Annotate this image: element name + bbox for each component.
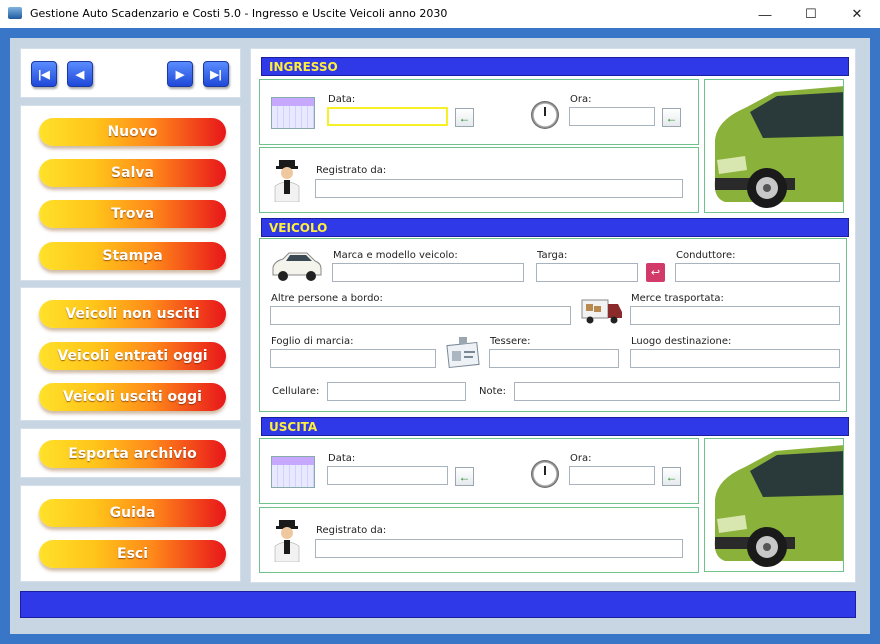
truck-icon	[581, 299, 622, 324]
esporta-archivio-button[interactable]: Esporta archivio	[39, 440, 226, 468]
nuovo-button[interactable]: Nuovo	[39, 118, 226, 146]
marca-label: Marca e modello veicolo:	[333, 250, 458, 261]
ingresso-header: INGRESSO	[261, 57, 849, 76]
cellulare-input[interactable]	[327, 382, 466, 401]
stampa-button[interactable]: Stampa	[39, 242, 226, 270]
foglio-input[interactable]	[270, 349, 436, 368]
title-bar: Gestione Auto Scadenzario e Costi 5.0 - …	[0, 0, 880, 28]
uscita-ora-label: Ora:	[570, 453, 592, 464]
ingresso-ora-input[interactable]	[569, 107, 655, 126]
merce-input[interactable]	[630, 306, 840, 325]
note-input[interactable]	[514, 382, 840, 401]
main-area: |◀ ◀ ▶ ▶| Nuovo Salva Trova Stampa Veico…	[10, 38, 870, 634]
note-label: Note:	[479, 386, 507, 397]
prev-record-button[interactable]: ◀	[67, 61, 93, 87]
veicoli-entrati-oggi-button[interactable]: Veicoli entrati oggi	[39, 342, 226, 370]
uscita-registrato-box: Registrato da:	[259, 507, 699, 573]
guard-icon	[274, 160, 300, 202]
app-icon	[8, 7, 22, 19]
calendar-icon	[271, 456, 315, 488]
close-button[interactable]: ✕	[834, 0, 880, 28]
ingresso-data-input[interactable]	[327, 107, 448, 126]
uscita-registrato-label: Registrato da:	[316, 525, 387, 536]
altre-persone-input[interactable]	[270, 306, 571, 325]
targa-lookup-button[interactable]: ↩	[646, 263, 665, 282]
marca-input[interactable]	[332, 263, 524, 282]
cellulare-label: Cellulare:	[272, 386, 320, 397]
van-image	[704, 438, 844, 572]
uscita-data-label: Data:	[328, 453, 356, 464]
tessere-input[interactable]	[489, 349, 619, 368]
record-actions-panel: Nuovo Salva Trova Stampa	[20, 105, 241, 281]
altre-persone-label: Altre persone a bordo:	[271, 293, 383, 304]
merce-label: Merce trasportata:	[631, 293, 724, 304]
veicolo-box: Marca e modello veicolo: Targa: ↩ Condut…	[259, 238, 847, 412]
help-exit-panel: Guida Esci	[20, 485, 241, 582]
uscita-ora-fill-button[interactable]: ←	[662, 467, 681, 486]
ingresso-data-fill-button[interactable]: ←	[455, 108, 474, 127]
last-record-button[interactable]: ▶|	[203, 61, 229, 87]
uscita-data-fill-button[interactable]: ←	[455, 467, 474, 486]
tessere-label: Tessere:	[490, 336, 531, 347]
minimize-button[interactable]: —	[742, 0, 788, 28]
uscita-header: USCITA	[261, 417, 849, 436]
ingresso-ora-fill-button[interactable]: ←	[662, 108, 681, 127]
foglio-label: Foglio di marcia:	[271, 336, 354, 347]
next-record-button[interactable]: ▶	[167, 61, 193, 87]
maximize-button[interactable]: ☐	[788, 0, 834, 28]
window-frame: |◀ ◀ ▶ ▶| Nuovo Salva Trova Stampa Veico…	[0, 28, 880, 644]
badge-icon	[446, 337, 480, 369]
green-van-illustration	[714, 86, 843, 208]
uscita-registrato-input[interactable]	[315, 539, 683, 558]
car-icon	[272, 252, 322, 281]
ingresso-registrato-box: Registrato da:	[259, 147, 699, 213]
veicoli-non-usciti-button[interactable]: Veicoli non usciti	[39, 300, 226, 328]
ingresso-registrato-input[interactable]	[315, 179, 683, 198]
nav-panel: |◀ ◀ ▶ ▶|	[20, 48, 241, 98]
clock-icon	[531, 460, 559, 488]
luogo-input[interactable]	[630, 349, 840, 368]
conduttore-label: Conduttore:	[676, 250, 736, 261]
form-area: INGRESSO Data: ← Ora: ← Registrato da: V…	[250, 48, 856, 583]
van-image	[704, 79, 844, 213]
clock-icon	[531, 101, 559, 129]
ingresso-datetime-box: Data: ← Ora: ←	[259, 79, 699, 145]
trova-button[interactable]: Trova	[39, 200, 226, 228]
ingresso-registrato-label: Registrato da:	[316, 165, 387, 176]
guard-icon	[274, 520, 300, 562]
uscita-datetime-box: Data: ← Ora: ←	[259, 438, 699, 504]
uscita-ora-input[interactable]	[569, 466, 655, 485]
uscita-data-input[interactable]	[327, 466, 448, 485]
guida-button[interactable]: Guida	[39, 499, 226, 527]
window-title: Gestione Auto Scadenzario e Costi 5.0 - …	[30, 7, 448, 20]
conduttore-input[interactable]	[675, 263, 840, 282]
calendar-icon	[271, 97, 315, 129]
ingresso-data-label: Data:	[328, 94, 356, 105]
targa-label: Targa:	[537, 250, 568, 261]
green-van-illustration	[714, 445, 843, 567]
ingresso-ora-label: Ora:	[570, 94, 592, 105]
veicoli-usciti-oggi-button[interactable]: Veicoli usciti oggi	[39, 383, 226, 411]
luogo-label: Luogo destinazione:	[631, 336, 732, 347]
reports-panel: Veicoli non usciti Veicoli entrati oggi …	[20, 287, 241, 421]
first-record-button[interactable]: |◀	[31, 61, 57, 87]
esci-button[interactable]: Esci	[39, 540, 226, 568]
veicolo-header: VEICOLO	[261, 218, 849, 237]
status-bar	[20, 591, 856, 618]
salva-button[interactable]: Salva	[39, 159, 226, 187]
targa-input[interactable]	[536, 263, 638, 282]
export-panel: Esporta archivio	[20, 428, 241, 478]
left-column: |◀ ◀ ▶ ▶| Nuovo Salva Trova Stampa Veico…	[20, 48, 247, 583]
